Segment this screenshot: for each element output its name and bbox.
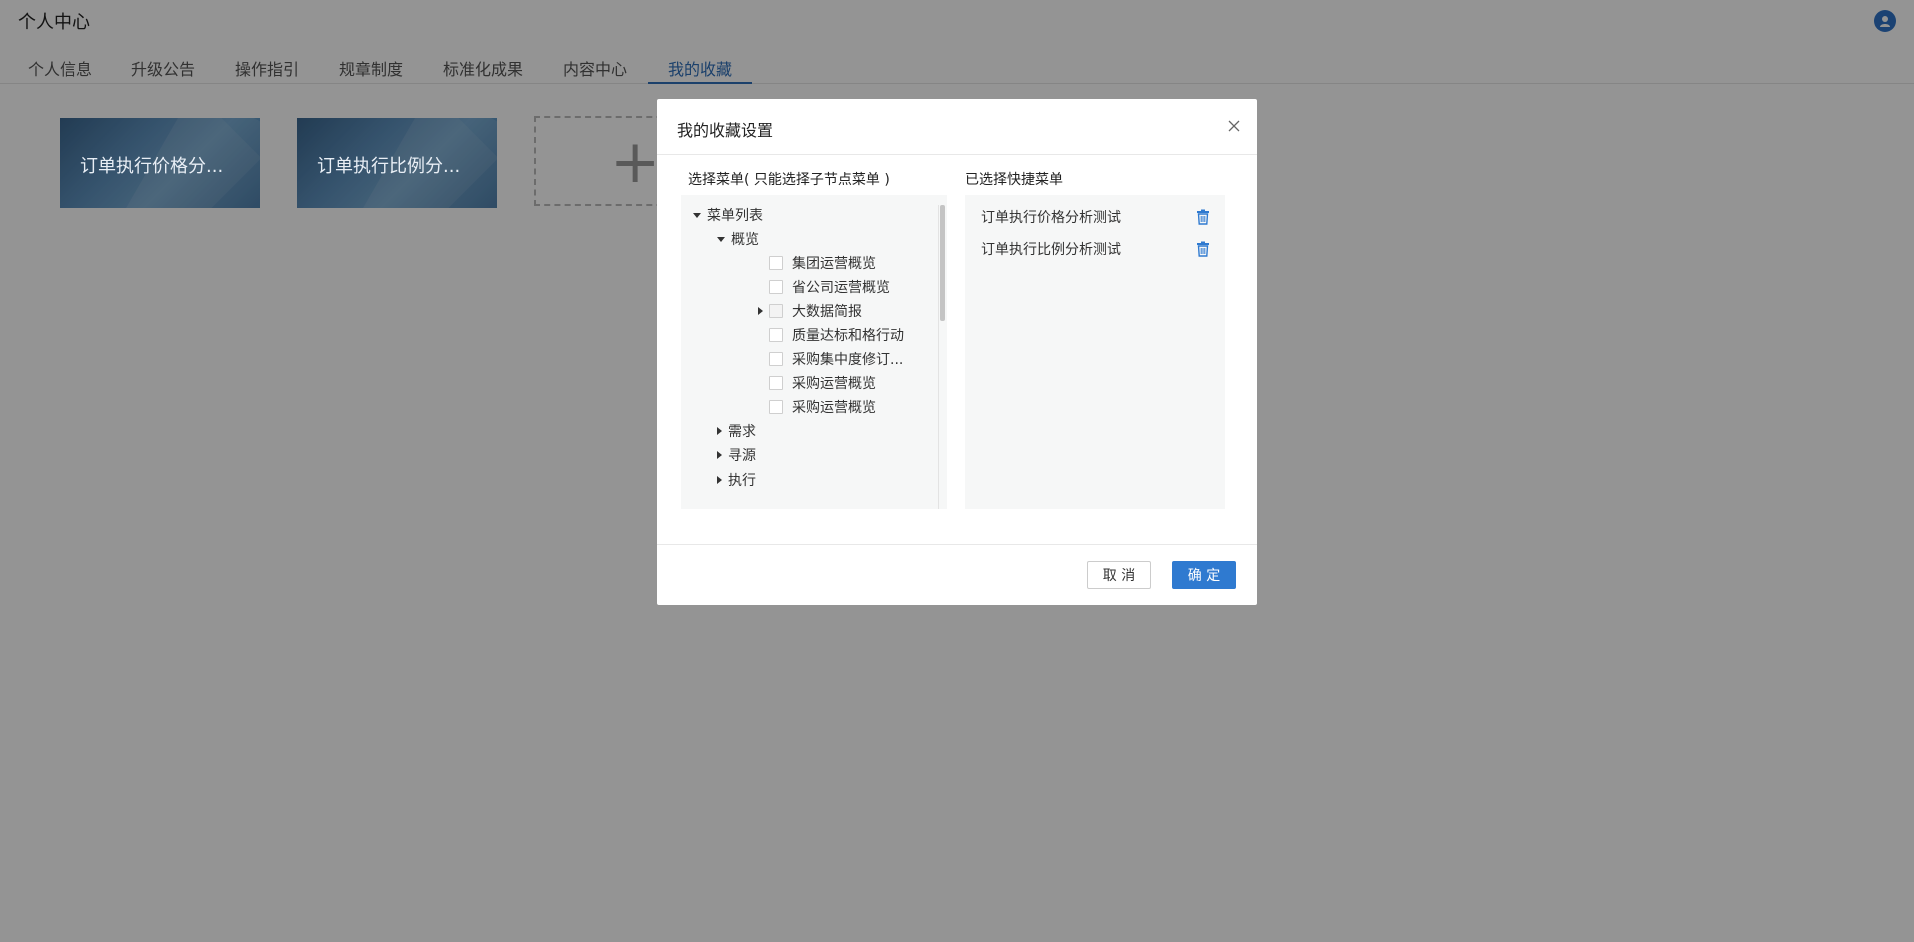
selected-menu-label: 已选择快捷菜单 bbox=[965, 172, 1063, 188]
checkbox[interactable] bbox=[769, 280, 783, 294]
selected-item-label: 订单执行比例分析测试 bbox=[981, 242, 1121, 258]
tree-node-label: 寻源 bbox=[728, 448, 756, 464]
tree-leaf-label: 采购集中度修订... bbox=[792, 352, 904, 368]
tree-leaf[interactable]: 集团运营概览 bbox=[769, 253, 876, 273]
dialog-title: 我的收藏设置 bbox=[677, 121, 774, 140]
selected-item: 订单执行比例分析测试 bbox=[981, 239, 1211, 259]
trash-icon[interactable] bbox=[1195, 209, 1211, 225]
tree-node-label: 需求 bbox=[728, 424, 756, 440]
caret-right-icon[interactable] bbox=[717, 476, 722, 484]
selected-shortcuts-panel: 订单执行价格分析测试 订单执行比例分析测试 bbox=[965, 195, 1225, 509]
caret-down-icon[interactable] bbox=[717, 236, 725, 242]
checkbox[interactable] bbox=[769, 400, 783, 414]
caret-right-icon[interactable] bbox=[717, 427, 722, 435]
tree-node-bigdata[interactable]: 大数据简报 bbox=[758, 301, 862, 321]
favorites-settings-dialog: 我的收藏设置 选择菜单( 只能选择子节点菜单 ) 已选择快捷菜单 菜单列表 概览… bbox=[657, 99, 1257, 605]
tree-node-demand[interactable]: 需求 bbox=[717, 421, 756, 441]
tree-leaf-label: 采购运营概览 bbox=[792, 400, 876, 416]
caret-right-icon[interactable] bbox=[758, 307, 763, 315]
favorite-card-label: 订单执行价格分... bbox=[80, 156, 224, 177]
menu-select-label: 选择菜单( 只能选择子节点菜单 ) bbox=[688, 172, 890, 188]
tree-leaf-label: 质量达标和格行动 bbox=[792, 328, 904, 344]
favorite-card-label: 订单执行比例分... bbox=[317, 156, 461, 177]
tree-node-label: 执行 bbox=[728, 473, 756, 489]
tree-leaf[interactable]: 采购运营概览 bbox=[769, 397, 876, 417]
tree-node-sourcing[interactable]: 寻源 bbox=[717, 445, 756, 465]
dialog-footer: 取 消 确 定 bbox=[657, 544, 1257, 605]
tree-leaf-label: 采购运营概览 bbox=[792, 376, 876, 392]
checkbox[interactable] bbox=[769, 328, 783, 342]
tree-node-root[interactable]: 菜单列表 bbox=[693, 205, 763, 225]
tree-leaf-label: 集团运营概览 bbox=[792, 256, 876, 272]
cancel-button[interactable]: 取 消 bbox=[1087, 561, 1151, 589]
selected-item-label: 订单执行价格分析测试 bbox=[981, 210, 1121, 226]
tree-node-label: 菜单列表 bbox=[707, 208, 763, 224]
close-icon[interactable] bbox=[1227, 119, 1241, 133]
checkbox[interactable] bbox=[769, 352, 783, 366]
checkbox[interactable] bbox=[769, 376, 783, 390]
menu-tree: 菜单列表 概览 集团运营概览 省公司运营概览 大数据简报 质量达标和格行动 采购… bbox=[681, 195, 947, 509]
tree-leaf[interactable]: 质量达标和格行动 bbox=[769, 325, 904, 345]
tree-scrollbar[interactable] bbox=[938, 205, 945, 509]
tree-leaf[interactable]: 省公司运营概览 bbox=[769, 277, 890, 297]
checkbox[interactable] bbox=[769, 304, 783, 318]
confirm-button[interactable]: 确 定 bbox=[1172, 561, 1236, 589]
tree-leaf-label: 省公司运营概览 bbox=[792, 280, 890, 296]
tree-leaf[interactable]: 采购运营概览 bbox=[769, 373, 876, 393]
dialog-header: 我的收藏设置 bbox=[657, 99, 1257, 155]
caret-right-icon[interactable] bbox=[717, 451, 722, 459]
scrollbar-thumb[interactable] bbox=[940, 205, 945, 321]
tree-leaf-label: 大数据简报 bbox=[792, 304, 862, 320]
caret-down-icon[interactable] bbox=[693, 212, 701, 218]
tree-node-execution[interactable]: 执行 bbox=[717, 470, 756, 490]
tree-leaf[interactable]: 采购集中度修订... bbox=[769, 349, 903, 369]
selected-item: 订单执行价格分析测试 bbox=[981, 207, 1211, 227]
checkbox[interactable] bbox=[769, 256, 783, 270]
tree-node-overview[interactable]: 概览 bbox=[717, 229, 759, 249]
tree-node-label: 概览 bbox=[731, 232, 759, 248]
trash-icon[interactable] bbox=[1195, 241, 1211, 257]
